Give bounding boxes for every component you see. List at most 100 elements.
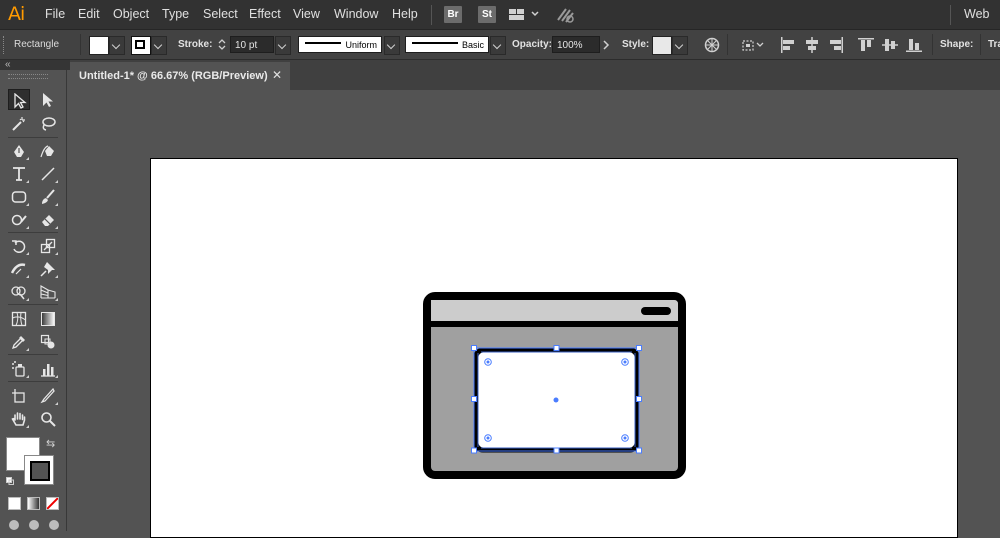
recolor-artwork-icon[interactable] <box>704 37 720 53</box>
rotate-icon <box>12 240 26 253</box>
stroke-color-dropdown[interactable] <box>151 36 167 55</box>
separator <box>980 34 981 55</box>
direct-selection-tool[interactable] <box>37 89 59 110</box>
scale-tool[interactable] <box>37 235 59 256</box>
stroke-color-swatch[interactable] <box>131 36 151 55</box>
align-top-icon[interactable] <box>858 37 874 53</box>
opacity-arrow-icon[interactable] <box>602 39 610 51</box>
mesh-icon <box>11 311 27 327</box>
stroke-weight-field[interactable]: 10 pt <box>230 36 274 53</box>
eraser-icon <box>42 215 54 226</box>
graphic-style-swatch[interactable] <box>652 36 672 55</box>
fill-color-dropdown[interactable] <box>109 36 125 55</box>
none-mode-button[interactable] <box>46 497 59 510</box>
brush-definition[interactable]: Basic <box>405 36 489 53</box>
align-right-icon[interactable] <box>828 37 844 53</box>
stroke-label[interactable]: Stroke: <box>178 39 212 50</box>
shape-builder-icon <box>11 286 26 300</box>
default-fill-stroke-icon[interactable] <box>6 474 14 485</box>
document-tab[interactable]: Untitled-1* @ 66.67% (RGB/Preview) ✕ <box>70 62 290 90</box>
artboard-tool[interactable] <box>8 385 30 406</box>
align-vertical-center-icon[interactable] <box>882 37 898 53</box>
mesh-tool[interactable] <box>8 308 30 329</box>
collapse-panel-icon[interactable]: « <box>5 59 11 70</box>
eyedropper-tool[interactable] <box>8 331 30 352</box>
lasso-tool[interactable] <box>37 113 59 134</box>
line-segment-tool[interactable] <box>37 163 59 184</box>
slice-tool[interactable] <box>37 385 59 406</box>
opacity-field[interactable]: 100% <box>552 36 600 53</box>
graphic-style-dropdown[interactable] <box>672 36 688 55</box>
fill-color-swatch[interactable] <box>89 36 109 55</box>
align-to-icon[interactable] <box>740 37 766 53</box>
tools-separator <box>8 354 58 355</box>
shape-label[interactable]: Shape: <box>940 39 973 50</box>
menu-effect[interactable]: Effect <box>249 7 281 21</box>
variable-width-dropdown[interactable] <box>384 36 400 55</box>
stroke-weight-stepper[interactable] <box>216 36 228 53</box>
color-mode-button[interactable] <box>8 497 21 510</box>
hand-tool[interactable] <box>8 408 30 429</box>
stroke-weight-dropdown[interactable] <box>275 36 291 55</box>
perspective-grid-tool[interactable] <box>37 281 59 302</box>
curvature-tool[interactable] <box>37 140 59 161</box>
align-left-icon[interactable] <box>780 37 796 53</box>
separator <box>727 34 728 55</box>
align-bottom-icon[interactable] <box>906 37 922 53</box>
opacity-label[interactable]: Opacity: <box>512 39 552 50</box>
selection-tool[interactable] <box>8 89 30 110</box>
pen-tool[interactable] <box>8 140 30 161</box>
gradient-tool[interactable] <box>37 308 59 329</box>
browser-header-bar[interactable] <box>431 300 678 322</box>
close-tab-icon[interactable]: ✕ <box>272 68 282 82</box>
transform-label[interactable]: Tra <box>988 39 1000 50</box>
puppet-warp-tool[interactable] <box>37 258 59 279</box>
width-tool[interactable] <box>8 258 30 279</box>
shape-builder-tool[interactable] <box>8 281 30 302</box>
menu-object[interactable]: Object <box>113 7 149 21</box>
column-graph-tool[interactable] <box>37 358 59 379</box>
type-tool[interactable] <box>8 163 30 184</box>
eraser-tool[interactable] <box>37 209 59 230</box>
align-horizontal-center-icon[interactable] <box>804 37 820 53</box>
variable-width-profile[interactable]: Uniform <box>298 36 382 53</box>
magic-wand-tool[interactable] <box>8 113 30 134</box>
rectangle-tool[interactable] <box>8 186 30 207</box>
symbol-sprayer-tool[interactable] <box>8 358 30 379</box>
blend-tool[interactable] <box>37 331 59 352</box>
shaper-tool[interactable] <box>8 209 30 230</box>
gpu-performance-icon[interactable] <box>556 6 576 24</box>
menu-view[interactable]: View <box>293 7 320 21</box>
workspace-switcher[interactable]: Web <box>964 7 989 21</box>
bridge-button[interactable]: Br <box>444 6 462 23</box>
curvature-pen-icon <box>40 145 54 158</box>
swap-fill-stroke-icon[interactable]: ⇆ <box>46 437 55 450</box>
menu-edit[interactable]: Edit <box>78 7 100 21</box>
menu-bar: Ai File Edit Object Type Select Effect V… <box>0 0 1000 30</box>
app-logo: Ai <box>8 3 25 25</box>
browser-address-pill[interactable] <box>641 307 671 315</box>
menu-type[interactable]: Type <box>162 7 189 21</box>
puppet-pin-icon <box>40 262 55 277</box>
paintbrush-tool[interactable] <box>37 186 59 207</box>
menu-window[interactable]: Window <box>334 7 378 21</box>
rotate-tool[interactable] <box>8 235 30 256</box>
column-graph-icon <box>41 364 55 377</box>
hand-icon <box>11 412 26 426</box>
selected-rounded-rectangle[interactable] <box>473 347 640 453</box>
slice-knife-icon <box>40 388 55 404</box>
drawing-modes-icon[interactable] <box>8 517 64 531</box>
menu-file[interactable]: File <box>45 7 65 21</box>
direct-selection-arrow-icon <box>43 93 53 107</box>
tools-separator <box>8 381 58 382</box>
menu-help[interactable]: Help <box>392 7 418 21</box>
tools-separator <box>8 304 58 305</box>
arrange-documents-icon[interactable] <box>509 8 541 22</box>
zoom-tool[interactable] <box>37 408 59 429</box>
stroke-swatch[interactable] <box>24 455 54 485</box>
stock-button[interactable]: St <box>478 6 496 23</box>
style-label[interactable]: Style: <box>622 39 649 50</box>
gradient-mode-button[interactable] <box>27 497 40 510</box>
brush-definition-dropdown[interactable] <box>490 36 506 55</box>
menu-select[interactable]: Select <box>203 7 238 21</box>
